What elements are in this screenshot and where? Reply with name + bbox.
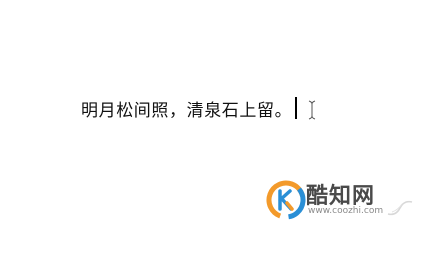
document-canvas[interactable]: 明月松间照，清泉石上留。 酷知网 www.coozhi.com (0, 0, 429, 253)
coozhi-logo-icon (266, 180, 306, 220)
swirl-decoration-icon (387, 200, 413, 216)
document-text[interactable]: 明月松间照，清泉石上留。 (81, 96, 292, 121)
text-caret (295, 97, 298, 119)
watermark: 酷知网 www.coozhi.com (266, 176, 416, 226)
ibeam-cursor-icon (308, 100, 316, 120)
text-line[interactable]: 明月松间照，清泉石上留。 (81, 95, 298, 121)
watermark-url: www.coozhi.com (308, 206, 384, 216)
